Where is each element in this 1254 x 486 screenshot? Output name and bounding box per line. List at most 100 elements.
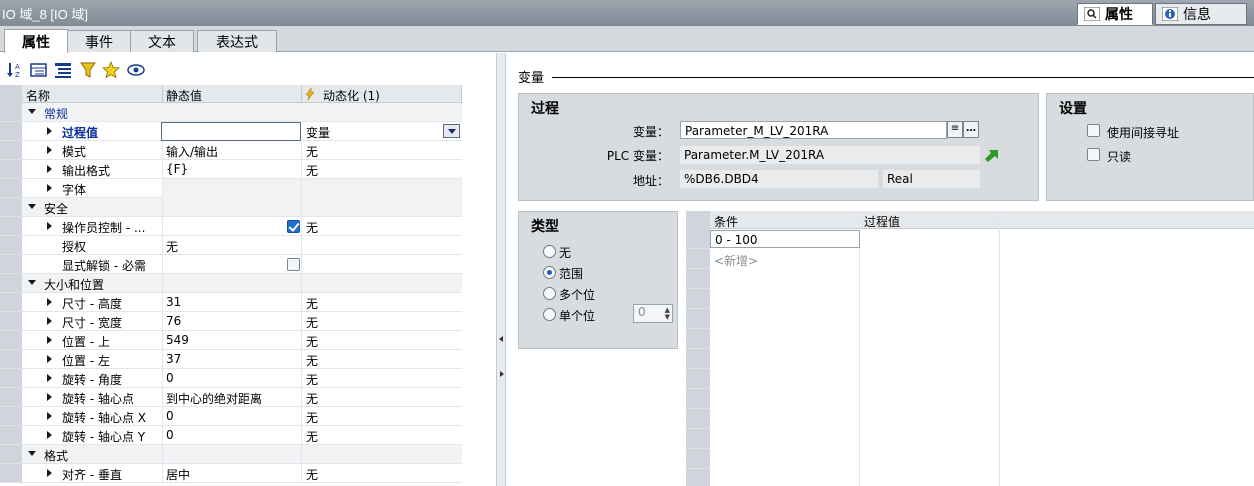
settings-box: 设置 使用间接寻址 只读 — [1046, 93, 1254, 201]
collapse-icon — [28, 280, 36, 285]
row-output-format[interactable]: 输出格式 {F} 无 — [0, 160, 462, 179]
row-height[interactable]: 尺寸 - 高度 31 无 — [0, 293, 462, 312]
row-width[interactable]: 尺寸 - 宽度 76 无 — [0, 312, 462, 331]
readonly-checkbox[interactable] — [1087, 148, 1100, 161]
row-font[interactable]: 字体 — [0, 179, 462, 198]
row-authorization[interactable]: 授权 无 — [0, 236, 462, 255]
collapse-icon — [28, 451, 36, 456]
collapse-icon — [28, 109, 36, 114]
row-pivot-y[interactable]: 旋转 - 轴心点 Y 0 无 — [0, 426, 462, 445]
row-top[interactable]: 位置 - 上 549 无 — [0, 331, 462, 350]
type-none-radio[interactable] — [543, 245, 556, 258]
property-panel: AZ 名称 静态值 动态化 (1) 常规 过程值 变量 模式 输入/输出 无 输… — [0, 53, 496, 486]
plc-variable-label: PLC 变量： — [606, 149, 669, 163]
tab-events[interactable]: 事件 — [67, 30, 131, 52]
expand-icon — [47, 393, 52, 401]
type-singlebit-radio[interactable] — [543, 308, 556, 321]
expand-icon — [47, 165, 52, 173]
indirect-addressing-checkbox[interactable] — [1087, 124, 1100, 137]
tab-info-label: 信息 — [1183, 7, 1211, 23]
expand-icon — [47, 412, 52, 420]
group-size-position[interactable]: 大小和位置 — [0, 274, 462, 293]
expand-icon — [47, 146, 52, 154]
row-explicit-unlock[interactable]: 显式解锁 - 必需 — [0, 255, 462, 274]
type-title: 类型 — [531, 219, 559, 235]
group-view-icon[interactable] — [30, 61, 48, 79]
row-pivot-x[interactable]: 旋转 - 轴心点 X 0 无 — [0, 407, 462, 426]
section-divider — [552, 77, 1254, 78]
header-dynamic: 动态化 (1) — [323, 89, 380, 103]
row-process-value[interactable]: 过程值 变量 — [0, 122, 462, 141]
condition-row-input[interactable]: 0 - 100 — [710, 230, 860, 248]
filter-icon[interactable] — [79, 61, 97, 79]
eye-icon[interactable] — [126, 61, 146, 79]
col-condition: 条件 — [714, 215, 739, 229]
grid-header: 名称 静态值 动态化 (1) — [0, 85, 462, 103]
lightning-icon — [305, 88, 315, 100]
settings-title: 设置 — [1059, 101, 1087, 117]
expand-icon — [47, 336, 52, 344]
header-name: 名称 — [26, 89, 51, 103]
section-title: 变量 — [518, 71, 545, 86]
plc-variable-field: Parameter.M_LV_201RA — [680, 146, 980, 164]
explicit-unlock-checkbox[interactable] — [287, 258, 300, 271]
window-title: IO 域_8 [IO 域] — [2, 7, 88, 22]
expand-icon — [47, 127, 52, 135]
group-security[interactable]: 安全 — [0, 198, 462, 217]
add-condition-row[interactable]: <新增> — [714, 252, 758, 269]
expand-icon — [47, 317, 52, 325]
variable-label: 变量： — [632, 125, 669, 139]
tab-properties-label: 属性 — [1105, 7, 1133, 23]
svg-text:A: A — [15, 63, 20, 71]
header-static: 静态值 — [166, 89, 203, 103]
title-bar: IO 域_8 [IO 域] 属性 信息 — [0, 0, 1254, 26]
svg-text:Z: Z — [15, 71, 20, 79]
type-range-radio[interactable] — [543, 266, 556, 279]
row-mode[interactable]: 模式 输入/输出 无 — [0, 141, 462, 160]
dynamization-panel: 变量 过程 变量： Parameter_M_LV_201RA ≡ … PLC 变… — [506, 53, 1254, 486]
row-rotation-angle[interactable]: 旋转 - 角度 0 无 — [0, 369, 462, 388]
bit-number-spinner[interactable]: 0 ▲ ▼ — [633, 304, 673, 323]
row-rotation-pivot[interactable]: 旋转 - 轴心点 到中心的绝对距离 无 — [0, 388, 462, 407]
row-operator-control[interactable]: 操作员控制 - ... 无 — [0, 217, 462, 236]
star-icon[interactable] — [102, 61, 120, 79]
tab-info[interactable]: 信息 — [1155, 3, 1247, 25]
spinner-down-icon[interactable]: ▼ — [665, 313, 670, 321]
process-title: 过程 — [531, 101, 559, 117]
sort-az-icon[interactable]: AZ — [6, 61, 24, 79]
process-value-input[interactable] — [161, 122, 301, 141]
type-box: 类型 无 范围 多个位 单个位 0 ▲ ▼ — [518, 211, 678, 349]
collapse-icon — [28, 204, 36, 209]
type-multibit-radio[interactable] — [543, 287, 556, 300]
property-toolbar: AZ — [0, 53, 496, 85]
expand-icon — [47, 355, 52, 363]
browse-button[interactable]: … — [963, 121, 979, 138]
property-tabs: 属性 事件 文本 表达式 — [0, 26, 1254, 53]
list-view-icon[interactable] — [54, 61, 72, 79]
goto-arrow-icon[interactable] — [985, 148, 999, 162]
variable-field[interactable]: Parameter_M_LV_201RA — [680, 121, 947, 139]
address-field: %DB6.DBD4 — [680, 170, 878, 188]
group-format[interactable]: 格式 — [0, 445, 462, 464]
row-left[interactable]: 位置 - 左 37 无 — [0, 350, 462, 369]
operator-control-checkbox[interactable] — [287, 220, 300, 233]
process-box: 过程 变量： Parameter_M_LV_201RA ≡ … PLC 变量： … — [518, 93, 1039, 201]
collapse-left-icon[interactable] — [499, 336, 503, 342]
readonly-label: 只读 — [1107, 150, 1132, 164]
row-align-vertical[interactable]: 对齐 - 垂直 居中 无 — [0, 464, 462, 483]
tab-attributes[interactable]: 属性 — [4, 29, 68, 53]
tab-properties[interactable]: 属性 — [1077, 3, 1153, 25]
group-general[interactable]: 常规 — [0, 103, 462, 122]
panel-splitter[interactable] — [496, 53, 506, 486]
expand-icon — [47, 431, 52, 439]
tab-expressions[interactable]: 表达式 — [197, 30, 277, 52]
variable-list-icon[interactable]: ≡ — [947, 121, 963, 138]
info-icon — [1162, 7, 1178, 21]
address-type-field: Real — [883, 170, 980, 188]
tab-texts[interactable]: 文本 — [130, 30, 194, 52]
magnifier-icon — [1084, 7, 1100, 21]
dynamization-dropdown[interactable] — [443, 124, 460, 138]
expand-icon — [47, 374, 52, 382]
conditions-header: 条件 过程值 — [686, 211, 1254, 229]
expand-right-icon[interactable] — [500, 371, 504, 377]
